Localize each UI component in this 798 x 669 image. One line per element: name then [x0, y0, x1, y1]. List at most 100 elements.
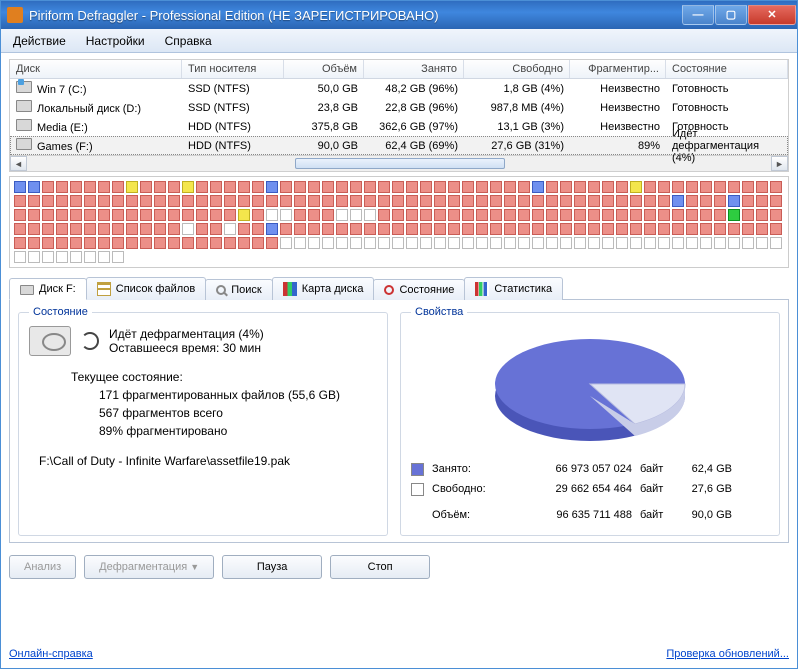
map-block[interactable]	[112, 209, 124, 221]
map-block[interactable]	[504, 181, 516, 193]
map-block[interactable]	[462, 195, 474, 207]
map-block[interactable]	[182, 181, 194, 193]
map-block[interactable]	[42, 251, 54, 263]
map-block[interactable]	[28, 237, 40, 249]
map-block[interactable]	[112, 237, 124, 249]
map-block[interactable]	[224, 181, 236, 193]
pause-button[interactable]: Пауза	[222, 555, 322, 579]
map-block[interactable]	[532, 195, 544, 207]
map-block[interactable]	[294, 237, 306, 249]
drive-map[interactable]	[9, 176, 789, 268]
map-block[interactable]	[770, 223, 782, 235]
map-block[interactable]	[686, 209, 698, 221]
map-block[interactable]	[182, 195, 194, 207]
map-block[interactable]	[504, 237, 516, 249]
map-block[interactable]	[476, 181, 488, 193]
map-block[interactable]	[406, 195, 418, 207]
map-block[interactable]	[532, 209, 544, 221]
map-block[interactable]	[448, 237, 460, 249]
map-block[interactable]	[28, 223, 40, 235]
map-block[interactable]	[308, 195, 320, 207]
map-block[interactable]	[490, 195, 502, 207]
map-block[interactable]	[476, 195, 488, 207]
map-block[interactable]	[518, 223, 530, 235]
map-block[interactable]	[560, 181, 572, 193]
map-block[interactable]	[224, 223, 236, 235]
map-block[interactable]	[266, 209, 278, 221]
map-block[interactable]	[742, 237, 754, 249]
map-block[interactable]	[266, 181, 278, 193]
map-block[interactable]	[616, 237, 628, 249]
map-block[interactable]	[140, 237, 152, 249]
drive-row[interactable]: Games (F:)HDD (NTFS)90,0 GB62,4 GB (69%)…	[10, 136, 788, 155]
map-block[interactable]	[406, 209, 418, 221]
map-block[interactable]	[742, 223, 754, 235]
scroll-right-button[interactable]: ►	[771, 156, 788, 171]
map-block[interactable]	[210, 237, 222, 249]
map-block[interactable]	[350, 237, 362, 249]
map-block[interactable]	[210, 181, 222, 193]
maximize-button[interactable]: ▢	[715, 5, 747, 25]
check-updates-link[interactable]: Проверка обновлений...	[666, 648, 789, 660]
col-frag[interactable]: Фрагментир...	[570, 60, 666, 78]
map-block[interactable]	[126, 195, 138, 207]
scroll-left-button[interactable]: ◄	[10, 156, 27, 171]
map-block[interactable]	[644, 209, 656, 221]
map-block[interactable]	[518, 209, 530, 221]
map-block[interactable]	[196, 209, 208, 221]
map-block[interactable]	[602, 209, 614, 221]
map-block[interactable]	[602, 195, 614, 207]
map-block[interactable]	[56, 181, 68, 193]
map-block[interactable]	[574, 223, 586, 235]
map-block[interactable]	[420, 181, 432, 193]
map-block[interactable]	[294, 209, 306, 221]
map-block[interactable]	[168, 237, 180, 249]
map-block[interactable]	[560, 209, 572, 221]
map-block[interactable]	[84, 209, 96, 221]
close-button[interactable]: ✕	[748, 5, 796, 25]
map-block[interactable]	[700, 181, 712, 193]
map-block[interactable]	[574, 209, 586, 221]
map-block[interactable]	[406, 237, 418, 249]
map-block[interactable]	[686, 195, 698, 207]
map-block[interactable]	[182, 209, 194, 221]
map-block[interactable]	[42, 209, 54, 221]
map-block[interactable]	[560, 223, 572, 235]
map-block[interactable]	[336, 237, 348, 249]
map-block[interactable]	[280, 195, 292, 207]
map-block[interactable]	[168, 209, 180, 221]
map-block[interactable]	[84, 181, 96, 193]
map-block[interactable]	[700, 223, 712, 235]
map-block[interactable]	[98, 223, 110, 235]
map-block[interactable]	[336, 209, 348, 221]
map-block[interactable]	[364, 209, 376, 221]
map-block[interactable]	[462, 181, 474, 193]
map-block[interactable]	[392, 237, 404, 249]
map-block[interactable]	[126, 209, 138, 221]
map-block[interactable]	[714, 181, 726, 193]
map-block[interactable]	[308, 223, 320, 235]
map-block[interactable]	[644, 237, 656, 249]
map-block[interactable]	[210, 195, 222, 207]
map-block[interactable]	[28, 251, 40, 263]
map-block[interactable]	[70, 181, 82, 193]
tab-status[interactable]: Состояние	[373, 279, 465, 300]
map-block[interactable]	[336, 195, 348, 207]
map-block[interactable]	[770, 195, 782, 207]
map-block[interactable]	[308, 237, 320, 249]
map-block[interactable]	[294, 181, 306, 193]
map-block[interactable]	[392, 181, 404, 193]
map-block[interactable]	[280, 181, 292, 193]
map-block[interactable]	[462, 209, 474, 221]
map-block[interactable]	[56, 195, 68, 207]
map-block[interactable]	[14, 223, 26, 235]
map-block[interactable]	[266, 237, 278, 249]
map-block[interactable]	[322, 237, 334, 249]
col-size[interactable]: Объём	[284, 60, 364, 78]
map-block[interactable]	[14, 195, 26, 207]
map-block[interactable]	[532, 181, 544, 193]
map-block[interactable]	[252, 223, 264, 235]
map-block[interactable]	[476, 209, 488, 221]
map-block[interactable]	[56, 251, 68, 263]
col-used[interactable]: Занято	[364, 60, 464, 78]
